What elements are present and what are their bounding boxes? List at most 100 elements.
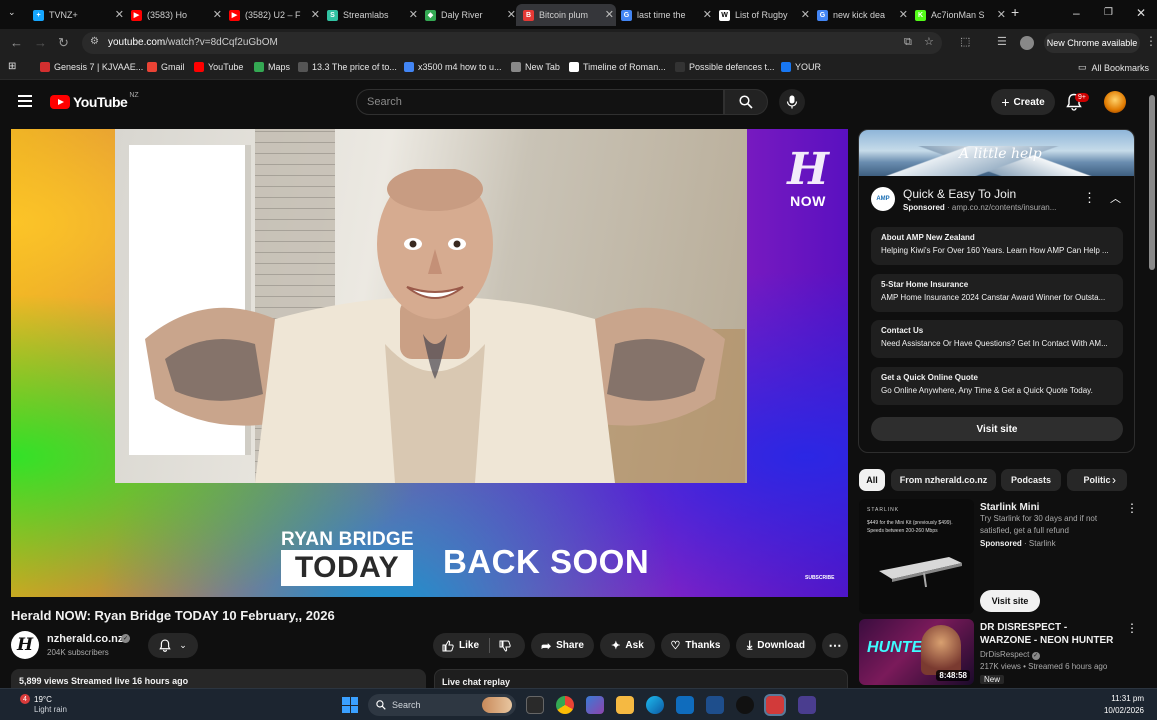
thumbs-down-icon[interactable]	[499, 640, 511, 652]
browser-tab[interactable]: W List of Rugby ✕	[712, 4, 812, 26]
tab-search-icon[interactable]: ☰	[997, 35, 1007, 48]
new-tab-button[interactable]: +	[1011, 4, 1019, 20]
ad-sitelink[interactable]: About AMP New Zealand Helping Kiwi's For …	[871, 227, 1123, 265]
browser-tab[interactable]: Glast time the ✕	[614, 4, 714, 26]
ad-collapse-chevron-icon[interactable]: ︿	[1110, 190, 1121, 206]
video-player[interactable]: H NOW RYAN BRIDGE TODAY BACK SOON SUBSCR…	[11, 129, 848, 597]
filter-chip[interactable]: Politic	[1067, 469, 1127, 491]
filter-chip[interactable]: Podcasts	[1001, 469, 1061, 491]
ad-visit-site-button[interactable]: Visit site	[871, 417, 1123, 441]
back-icon[interactable]: ←	[10, 35, 23, 50]
browser-tab[interactable]: ▶ (3583) Ho ✕	[124, 4, 224, 26]
store-taskbar-icon[interactable]	[706, 696, 724, 714]
tab-close-icon[interactable]: ✕	[801, 8, 810, 21]
browser-tab[interactable]: + TVNZ+ ✕	[26, 4, 126, 26]
channel-notifications-button[interactable]: ⌄	[148, 633, 198, 658]
ad-sitelink[interactable]: 5-Star Home Insurance AMP Home Insurance …	[871, 274, 1123, 312]
minimize-window-icon[interactable]: –	[1073, 6, 1080, 20]
recommendation-drdisrespect[interactable]: HUNTER 8:48:58 DR DISRESPECT - WARZONE -…	[858, 619, 1138, 685]
ad-more-options-icon[interactable]: ⋮	[1083, 190, 1096, 206]
site-info-icon[interactable]: ⚙	[90, 36, 99, 47]
browser-tab[interactable]: ▶ (3582) U2 – F ✕	[222, 4, 322, 26]
extensions-icon[interactable]: ⬚	[960, 35, 970, 48]
more-actions-button[interactable]: ⋯	[822, 633, 848, 658]
filter-chip[interactable]: From nzherald.co.nz	[891, 469, 996, 491]
channel-avatar[interactable]: H	[11, 631, 39, 659]
starlink-visit-site-button[interactable]: Visit site	[980, 590, 1040, 612]
channel-name[interactable]: nzherald.co.nz	[47, 633, 123, 645]
bookmark-item[interactable]: 13.3 The price of to...	[298, 62, 397, 72]
tab-close-icon[interactable]: ✕	[213, 8, 222, 21]
system-clock[interactable]: 11:31 pm 10/02/2026	[1102, 693, 1144, 717]
tab-close-icon[interactable]: ✕	[997, 8, 1006, 21]
tab-close-icon[interactable]: ✕	[507, 8, 516, 21]
bookmark-item[interactable]: Possible defences t...	[675, 62, 775, 72]
bookmark-item[interactable]: Maps	[254, 62, 290, 72]
ad-sitelink[interactable]: Contact Us Need Assistance Or Have Questi…	[871, 320, 1123, 358]
forward-icon[interactable]: →	[34, 35, 47, 50]
tab-close-icon[interactable]: ✕	[899, 8, 908, 21]
tab-search-chevron-icon[interactable]: ⌄	[8, 7, 16, 18]
live-chat-replay-panel[interactable]: Live chat replay	[434, 669, 848, 689]
page-scrollbar-thumb[interactable]	[1149, 95, 1155, 270]
browser-tab[interactable]: B Bitcoin plum ✕	[516, 4, 616, 26]
drdisrespect-title[interactable]: DR DISRESPECT - WARZONE - NEON HUNTER	[980, 621, 1120, 647]
create-button[interactable]: + Create	[991, 89, 1055, 115]
download-button[interactable]: ⤓ Download	[736, 633, 816, 658]
install-app-icon[interactable]: ⧉	[904, 36, 912, 49]
chrome-menu-icon[interactable]: ⋮	[1145, 34, 1157, 48]
bookmark-item[interactable]: YouTube	[194, 62, 243, 72]
edge-taskbar-icon[interactable]	[646, 696, 664, 714]
drdisrespect-more-options-icon[interactable]: ⋮	[1126, 621, 1138, 635]
youtube-logo[interactable]: YouTube NZ	[50, 92, 139, 110]
description-box[interactable]: 5,899 views Streamed live 16 hours ago	[11, 669, 426, 689]
share-button[interactable]: ➦ Share	[531, 633, 594, 658]
tab-close-icon[interactable]: ✕	[311, 8, 320, 21]
apps-grid-icon[interactable]: ⊞	[8, 61, 16, 72]
search-input[interactable]: Search	[356, 89, 724, 115]
ad-sitelink[interactable]: Get a Quick Online Quote Go Online Anywhe…	[871, 367, 1123, 405]
bookmark-item[interactable]: Timeline of Roman...	[569, 62, 666, 72]
close-window-icon[interactable]: ✕	[1136, 6, 1146, 20]
bookmark-item[interactable]: YOUR	[781, 62, 821, 72]
xbox-taskbar-icon[interactable]	[736, 696, 754, 714]
thanks-button[interactable]: ♡ Thanks	[661, 633, 730, 658]
outlook-taskbar-icon[interactable]	[676, 696, 694, 714]
chrome-taskbar-icon[interactable]	[556, 696, 574, 714]
starlink-thumbnail[interactable]: STARLINK $449 for the Mini Kit (previous…	[859, 499, 974, 614]
tab-close-icon[interactable]: ✕	[409, 8, 418, 21]
filter-chip[interactable]: All	[859, 469, 885, 491]
browser-tab[interactable]: Gnew kick dea ✕	[810, 4, 910, 26]
tab-close-icon[interactable]: ✕	[605, 8, 614, 21]
search-button[interactable]	[724, 89, 768, 115]
starlink-title[interactable]: Starlink Mini	[980, 501, 1120, 514]
profile-avatar-icon[interactable]	[1020, 36, 1034, 50]
browser-tab[interactable]: K Ac7ionMan S ✕	[908, 4, 1008, 26]
url-text[interactable]: youtube.com/watch?v=8dCqf2uGbOM	[108, 37, 278, 48]
ad-title[interactable]: Quick & Easy To Join	[903, 187, 1016, 201]
file-explorer-icon[interactable]	[616, 696, 634, 714]
voice-search-button[interactable]	[779, 89, 805, 115]
new-chrome-available-button[interactable]: New Chrome available	[1044, 33, 1140, 53]
sponsored-ad-card[interactable]: A little help AMP Quick & Easy To Join S…	[858, 129, 1135, 453]
copilot-taskbar-icon[interactable]	[586, 696, 604, 714]
tab-close-icon[interactable]: ✕	[115, 8, 124, 21]
drdisrespect-channel-line[interactable]: DrDisRespect ✓	[980, 650, 1040, 660]
tab-close-icon[interactable]: ✕	[703, 8, 712, 21]
taskbar-search-box[interactable]: Search	[368, 694, 516, 716]
bookmark-item[interactable]: Gmail	[147, 62, 185, 72]
task-view-icon[interactable]	[526, 696, 544, 714]
app-taskbar-icon[interactable]	[798, 696, 816, 714]
browser-tab[interactable]: S Streamlabs ✕	[320, 4, 420, 26]
bookmark-item[interactable]: New Tab	[511, 62, 560, 72]
drdisrespect-thumbnail[interactable]: HUNTER 8:48:58	[859, 619, 974, 685]
hamburger-menu-icon[interactable]	[18, 95, 32, 107]
recommendation-starlink[interactable]: STARLINK $449 for the Mini Kit (previous…	[858, 499, 1138, 614]
bookmark-item[interactable]: Genesis 7 | KJVAAE...	[40, 62, 143, 72]
reload-icon[interactable]: ↻	[58, 35, 69, 51]
address-bar[interactable]: ⚙ youtube.com/watch?v=8dCqf2uGbOM ⧉ ☆	[82, 32, 942, 54]
ad-banner-image[interactable]: A little help	[859, 130, 1134, 176]
ask-button[interactable]: ✦ Ask	[600, 633, 655, 658]
restore-window-icon[interactable]: ❐	[1104, 7, 1113, 18]
bookmark-item[interactable]: x3500 m4 how to u...	[404, 62, 502, 72]
